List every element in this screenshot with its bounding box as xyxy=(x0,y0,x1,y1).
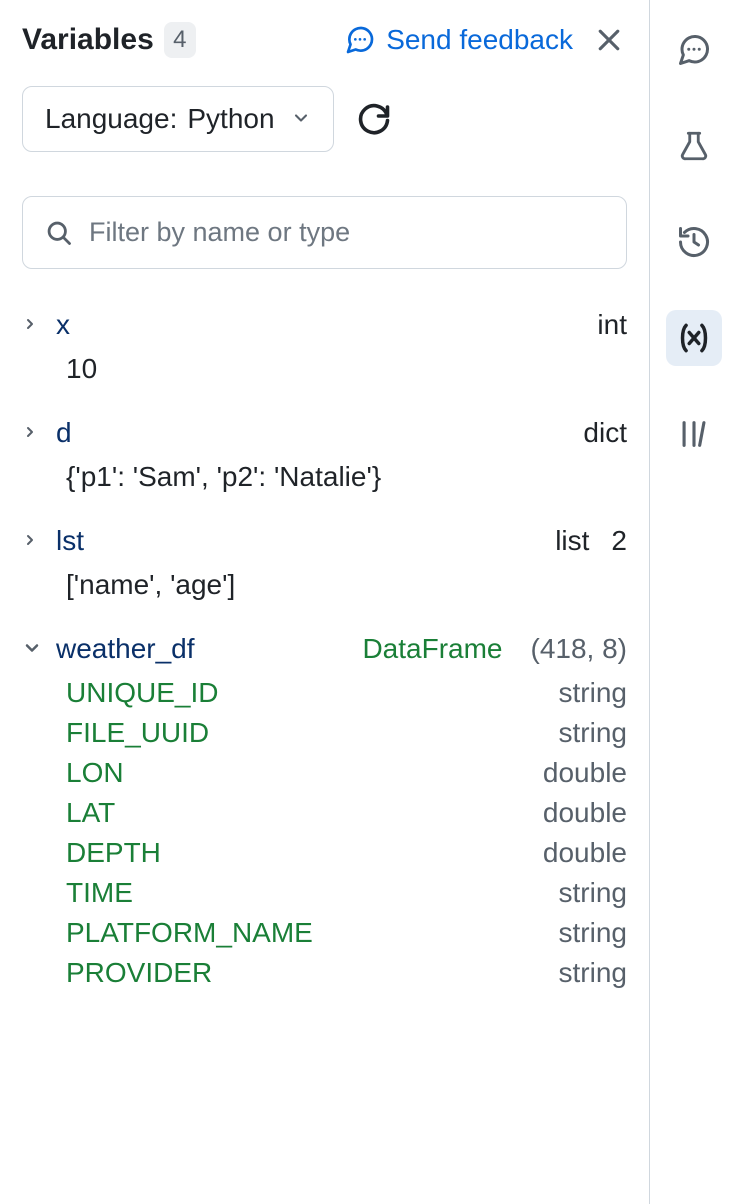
column-name: TIME xyxy=(66,877,559,909)
dataframe-column-row[interactable]: LONdouble xyxy=(66,757,627,789)
variable-value: ['name', 'age'] xyxy=(66,569,627,601)
variable-list: x int 10 d dict {'p1': 'Sam', 'p2': 'Natalie'… xyxy=(22,309,627,989)
variable-type: DataFrame xyxy=(362,633,502,665)
chat-icon xyxy=(676,32,712,68)
dataframe-column-row[interactable]: LATdouble xyxy=(66,797,627,829)
right-sidebar xyxy=(650,0,738,1204)
sidebar-btn-chat[interactable] xyxy=(666,22,722,78)
variable-type: int xyxy=(597,309,627,341)
chevron-right-icon xyxy=(22,422,42,442)
variable-item: d dict {'p1': 'Sam', 'p2': 'Natalie'} xyxy=(22,417,627,493)
variable-shape: (418, 8) xyxy=(531,633,628,665)
columns-icon xyxy=(677,417,711,451)
dataframe-column-row[interactable]: UNIQUE_IDstring xyxy=(66,677,627,709)
column-type: double xyxy=(543,797,627,829)
panel-title: Variables xyxy=(22,23,154,57)
chevron-right-icon xyxy=(22,314,42,334)
dataframe-column-row[interactable]: PROVIDERstring xyxy=(66,957,627,989)
variable-header[interactable]: d dict xyxy=(22,417,627,449)
filter-row xyxy=(22,196,627,269)
column-name: LON xyxy=(66,757,543,789)
chevron-down-icon xyxy=(291,108,311,128)
column-name: LAT xyxy=(66,797,543,829)
dataframe-column-row[interactable]: DEPTHdouble xyxy=(66,837,627,869)
filter-input[interactable] xyxy=(89,217,604,248)
close-button[interactable] xyxy=(591,22,627,58)
column-name: PROVIDER xyxy=(66,957,559,989)
variable-name: x xyxy=(56,309,70,341)
refresh-button[interactable] xyxy=(354,99,394,139)
speech-bubble-icon xyxy=(344,24,376,56)
variable-name: weather_df xyxy=(56,633,195,665)
variable-header[interactable]: weather_df DataFrame (418, 8) xyxy=(22,633,627,665)
column-type: string xyxy=(559,877,627,909)
variable-header[interactable]: x int xyxy=(22,309,627,341)
history-icon xyxy=(676,224,712,260)
lab-icon xyxy=(677,129,711,163)
dataframe-columns: UNIQUE_IDstringFILE_UUIDstringLONdoubleL… xyxy=(66,677,627,989)
variable-name: lst xyxy=(56,525,84,557)
variable-item: lst list 2 ['name', 'age'] xyxy=(22,525,627,601)
variables-icon xyxy=(675,319,713,357)
variable-value: {'p1': 'Sam', 'p2': 'Natalie'} xyxy=(66,461,627,493)
controls-row: Language: Python xyxy=(22,86,627,152)
sidebar-btn-history[interactable] xyxy=(666,214,722,270)
sidebar-btn-lab[interactable] xyxy=(666,118,722,174)
column-name: DEPTH xyxy=(66,837,543,869)
filter-input-container[interactable] xyxy=(22,196,627,269)
send-feedback-label: Send feedback xyxy=(386,24,573,56)
chevron-right-icon xyxy=(22,530,42,550)
sidebar-btn-variables[interactable] xyxy=(666,310,722,366)
language-value: Python xyxy=(187,103,274,135)
dataframe-column-row[interactable]: TIMEstring xyxy=(66,877,627,909)
variable-header[interactable]: lst list 2 xyxy=(22,525,627,557)
language-select[interactable]: Language: Python xyxy=(22,86,334,152)
variable-type: dict xyxy=(583,417,627,449)
variable-name: d xyxy=(56,417,72,449)
chevron-down-icon xyxy=(22,638,42,658)
search-icon xyxy=(45,219,73,247)
column-type: double xyxy=(543,757,627,789)
dataframe-column-row[interactable]: PLATFORM_NAMEstring xyxy=(66,917,627,949)
variables-panel: Variables 4 Send feedback Language: xyxy=(0,0,650,1204)
column-type: string xyxy=(559,917,627,949)
variable-item: x int 10 xyxy=(22,309,627,385)
column-type: double xyxy=(543,837,627,869)
sidebar-btn-columns[interactable] xyxy=(666,406,722,462)
variable-extra: 2 xyxy=(611,525,627,557)
column-type: string xyxy=(559,677,627,709)
dataframe-column-row[interactable]: FILE_UUIDstring xyxy=(66,717,627,749)
column-type: string xyxy=(559,957,627,989)
variable-type: list xyxy=(555,525,589,557)
column-type: string xyxy=(559,717,627,749)
variable-value: 10 xyxy=(66,353,627,385)
variable-item: weather_dfDataFrame(418, 8)UNIQUE_IDstri… xyxy=(22,633,627,989)
panel-header: Variables 4 Send feedback xyxy=(22,22,627,58)
variable-count-badge: 4 xyxy=(164,22,196,58)
language-label: Language: xyxy=(45,103,177,135)
send-feedback-link[interactable]: Send feedback xyxy=(344,24,573,56)
column-name: FILE_UUID xyxy=(66,717,559,749)
column-name: UNIQUE_ID xyxy=(66,677,559,709)
column-name: PLATFORM_NAME xyxy=(66,917,559,949)
